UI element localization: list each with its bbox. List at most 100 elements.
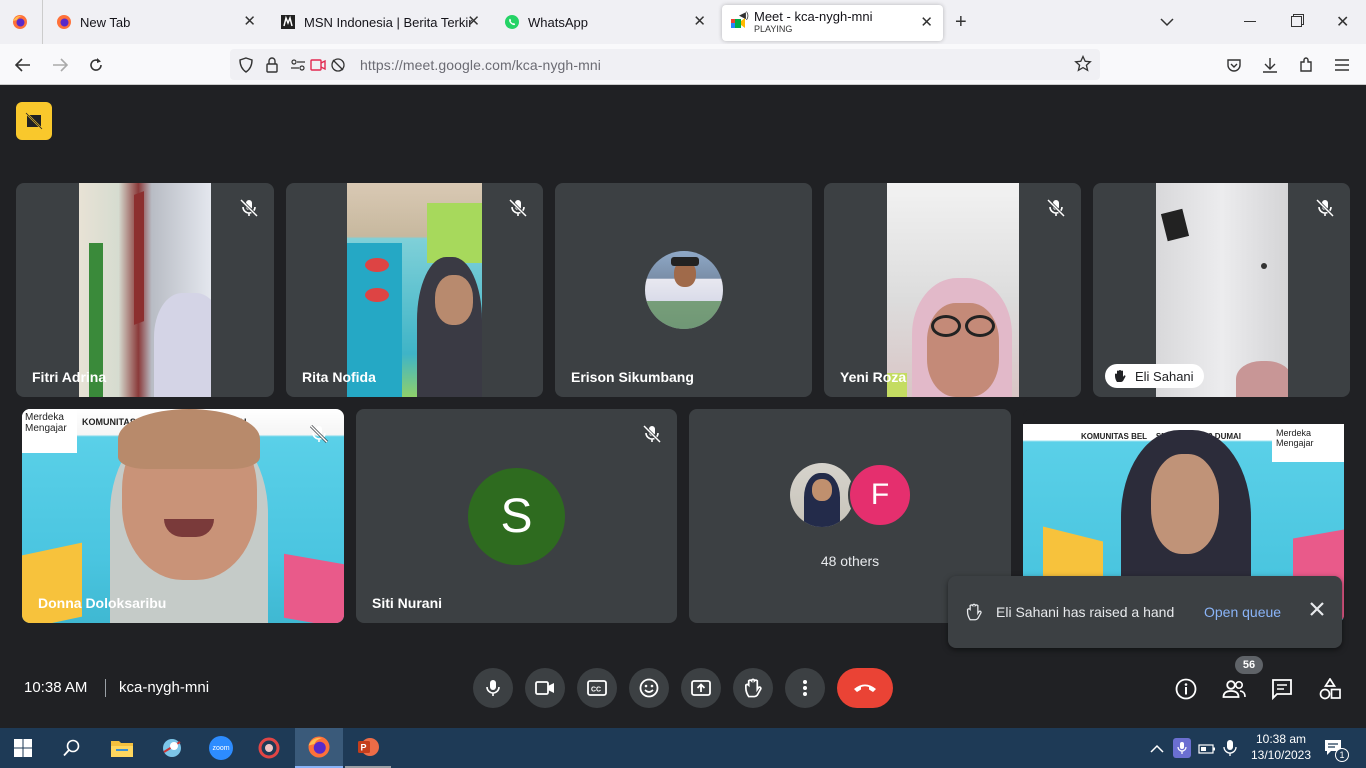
participant-tile[interactable]: Merdeka Mengajar KOMUNITAS BELA NEGERI 3… [22, 409, 344, 623]
end-call-button[interactable] [837, 668, 893, 708]
raised-hand-name-chip: Eli Sahani [1105, 364, 1204, 388]
captions-icon: CC [587, 680, 607, 696]
raise-hand-button[interactable] [733, 668, 773, 708]
microphone-in-use-icon[interactable] [1173, 738, 1191, 758]
participant-video [887, 183, 1019, 397]
participant-tile[interactable]: Fitri Adrina [16, 183, 274, 397]
permissions-icon[interactable] [288, 55, 308, 75]
lock-icon[interactable] [262, 55, 282, 75]
forward-button[interactable] [49, 54, 71, 76]
present-button[interactable] [681, 668, 721, 708]
folder-icon [111, 741, 133, 757]
audio-playing-icon[interactable]: ◀) [739, 10, 749, 21]
merdeka-mengajar-logo: Merdeka Mengajar [1272, 424, 1344, 462]
more-options-button[interactable] [785, 668, 825, 708]
chat-button[interactable] [1267, 674, 1297, 704]
address-bar[interactable]: https://meet.google.com/kca-nygh-mni [230, 49, 1100, 80]
shapes-icon [1319, 678, 1341, 700]
navigation-bar: https://meet.google.com/kca-nygh-mni [0, 44, 1366, 85]
url-host: https://meet.google.com [360, 56, 512, 73]
taskbar-app-red[interactable] [246, 728, 292, 768]
new-tab-button[interactable]: + [955, 11, 967, 34]
meeting-details-button[interactable] [1171, 674, 1201, 704]
participant-tile[interactable]: Erison Sikumbang [555, 183, 812, 397]
people-icon [1222, 680, 1246, 698]
participant-tile[interactable]: Rita Nofida [286, 183, 543, 397]
close-icon[interactable]: ✕ [693, 14, 706, 30]
taskbar-powerpoint[interactable]: P [345, 728, 391, 768]
raised-hand-icon [1115, 370, 1126, 382]
windows-start-button[interactable] [0, 728, 46, 768]
firefox-icon [56, 14, 72, 30]
close-window-button[interactable]: ✕ [1336, 12, 1349, 32]
participant-name: Yeni Roza [840, 369, 907, 385]
tab-title: MSN Indonesia | Berita Terkini H [304, 14, 472, 30]
clock-time: 10:38 am [1255, 732, 1307, 746]
reload-button[interactable] [85, 54, 107, 76]
minimize-button[interactable] [1244, 21, 1256, 22]
show-hidden-icons-chevron[interactable] [1150, 741, 1164, 759]
participant-avatar [645, 251, 723, 329]
tab-new-tab[interactable]: New Tab ✕ [46, 0, 266, 44]
toast-close-icon[interactable] [1308, 600, 1326, 623]
tab-meet[interactable]: ◀) Meet - kca-nygh-mni PLAYING ✕ [722, 5, 943, 41]
people-button[interactable] [1219, 674, 1249, 704]
raise-hand-icon [745, 678, 762, 698]
participant-tile[interactable]: S Siti Nurani [356, 409, 677, 623]
open-queue-button[interactable]: Open queue [1204, 604, 1281, 620]
camera-active-icon[interactable] [308, 55, 328, 75]
participant-name: Eli Sahani [1135, 368, 1194, 384]
tab-list-chevron-icon[interactable] [1160, 14, 1174, 32]
muted-mic-icon [239, 198, 259, 218]
participant-tile[interactable]: Yeni Roza [824, 183, 1081, 397]
reactions-button[interactable] [629, 668, 669, 708]
info-icon [1175, 678, 1197, 700]
recording-status-badge[interactable] [16, 102, 52, 140]
firefox-menu-icon[interactable] [12, 14, 28, 30]
bookmark-star-icon[interactable] [1074, 54, 1092, 78]
close-icon[interactable]: ✕ [467, 14, 480, 30]
microphone-button[interactable] [473, 668, 513, 708]
participant-tile[interactable]: Eli Sahani [1093, 183, 1350, 397]
meeting-code: kca-nygh-mni [119, 679, 210, 696]
activities-button[interactable] [1315, 674, 1345, 704]
captions-button[interactable]: CC [577, 668, 617, 708]
extensions-icon[interactable] [1295, 54, 1317, 76]
hang-up-icon [854, 684, 876, 692]
taskbar-file-explorer[interactable] [99, 728, 145, 768]
system-clock[interactable]: 10:38 am 13/10/2023 [1244, 731, 1318, 763]
pocket-icon[interactable] [1223, 54, 1245, 76]
divider [105, 679, 106, 697]
more-vert-icon [803, 680, 807, 696]
app-icon [258, 737, 280, 759]
taskbar-app-tool[interactable] [149, 728, 195, 768]
search-button[interactable] [49, 728, 95, 768]
close-icon[interactable]: ✕ [243, 14, 256, 30]
shield-icon[interactable] [236, 55, 256, 75]
restore-button[interactable] [1291, 16, 1302, 27]
taskbar-zoom[interactable]: zoom [198, 728, 244, 768]
notifications-button[interactable]: 1 [1324, 739, 1349, 762]
downloads-icon[interactable] [1259, 54, 1281, 76]
tab-whatsapp[interactable]: WhatsApp ✕ [494, 0, 716, 44]
muted-mic-icon [642, 424, 662, 444]
url-text[interactable]: https://meet.google.com/kca-nygh-mni [360, 57, 601, 73]
tab-title: WhatsApp [528, 14, 588, 30]
muted-mic-icon [309, 424, 329, 444]
people-count-badge: 56 [1235, 656, 1263, 674]
present-screen-icon [691, 680, 711, 696]
back-button[interactable] [12, 54, 34, 76]
tab-msn[interactable]: MSN Indonesia | Berita Terkini H ✕ [270, 0, 490, 44]
camera-button[interactable] [525, 668, 565, 708]
tab-title: Meet - kca-nygh-mni [754, 9, 873, 24]
hamburger-menu-icon[interactable] [1331, 54, 1353, 76]
battery-icon[interactable] [1198, 742, 1216, 760]
raised-hand-toast: Eli Sahani has raised a hand Open queue [948, 576, 1342, 648]
microphone-icon [486, 680, 500, 696]
microphone-blocked-icon[interactable] [328, 55, 348, 75]
volume-microphone-icon[interactable] [1223, 739, 1237, 762]
close-icon[interactable]: ✕ [920, 15, 933, 31]
taskbar-firefox[interactable] [295, 728, 343, 768]
svg-text:P: P [361, 743, 367, 753]
participant-avatar [790, 463, 854, 527]
